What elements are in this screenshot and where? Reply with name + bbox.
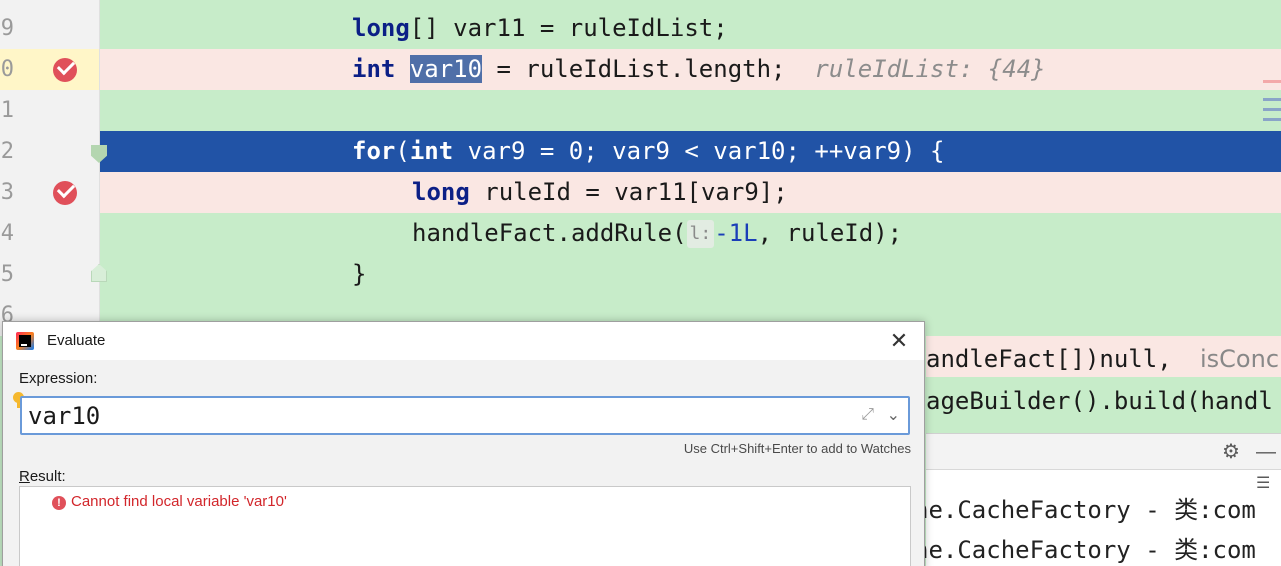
parameter-hint: l: xyxy=(686,220,715,248)
gutter[interactable]: 3 xyxy=(0,172,100,213)
expand-icon[interactable]: ⤢ xyxy=(861,406,874,424)
selected-text: var10 xyxy=(409,55,483,83)
line-number: 1 xyxy=(0,98,14,123)
error-icon: ! xyxy=(52,496,66,510)
gutter-top xyxy=(0,0,100,8)
result-panel[interactable]: ! Cannot find local variable 'var10' xyxy=(19,486,911,566)
inline-value-hint: isConc xyxy=(1200,345,1280,373)
line-number: 3 xyxy=(0,180,14,205)
chevron-down-icon[interactable]: ⌄ xyxy=(887,405,900,425)
console-toolbar: ⚙ — xyxy=(926,434,1281,470)
watch-hint: Use Ctrl+Shift+Enter to add to Watches xyxy=(683,441,911,456)
code-line-breakpoint[interactable]: 3 long ruleId = var11[var9]; xyxy=(0,172,1281,213)
code-text: for(int var9 = 0; var9 < var10; ++var9) … xyxy=(352,137,945,165)
minimize-icon[interactable]: — xyxy=(1256,442,1276,462)
gutter[interactable]: 9 xyxy=(0,8,100,49)
code-line[interactable]: 1 xyxy=(0,90,1281,131)
console-panel[interactable]: ⚙ — ☰ he.CacheFactory - 类:com he.CacheFa… xyxy=(914,433,1281,566)
line-number: 4 xyxy=(0,221,14,246)
fold-close-icon[interactable] xyxy=(91,264,107,282)
breakpoint-icon[interactable] xyxy=(53,56,77,82)
scrollbar-marker[interactable] xyxy=(1263,80,1281,83)
scrollbar-marker[interactable] xyxy=(1263,108,1281,111)
line-number: 9 xyxy=(0,16,14,41)
error-message: Cannot find local variable 'var10' xyxy=(71,493,287,510)
gear-icon[interactable]: ⚙ xyxy=(1222,442,1240,462)
evaluate-dialog[interactable]: Evaluate ✕ Expression: ⤢ ⌄ Use Ctrl+Shif… xyxy=(2,321,925,566)
console-line: he.CacheFactory - 类:com xyxy=(914,536,1256,564)
line-number: 5 xyxy=(0,262,14,287)
code-line[interactable]: 5 } xyxy=(0,254,1281,295)
code-text: } xyxy=(352,260,367,288)
line-number: 2 xyxy=(0,139,14,164)
code-line[interactable]: 4 handleFact.addRule(l: -1L, ruleId); xyxy=(0,213,1281,254)
code-line-current-execution[interactable]: 2 for(int var9 = 0; var9 < var10; ++var9… xyxy=(0,131,1281,172)
dialog-title: Evaluate xyxy=(47,332,106,349)
scrollbar-marker[interactable] xyxy=(1263,118,1281,121)
gutter[interactable]: 5 xyxy=(0,254,107,295)
expression-field[interactable]: ⤢ ⌄ xyxy=(20,396,910,435)
code-text: ageBuilder().build(handl xyxy=(926,387,1273,415)
code-line[interactable]: 9 long[] var11 = ruleIdList; xyxy=(0,8,1281,49)
result-label: Result: xyxy=(19,468,66,485)
code-text: handleFact.addRule(l: -1L, ruleId); xyxy=(412,219,903,248)
breakpoint-icon[interactable] xyxy=(53,179,77,205)
dialog-titlebar[interactable]: Evaluate ✕ xyxy=(3,322,924,360)
soft-wrap-icon[interactable]: ☰ xyxy=(1256,474,1270,494)
expression-input[interactable] xyxy=(28,398,848,433)
gutter[interactable]: 4 xyxy=(0,213,100,254)
gutter[interactable]: 0 xyxy=(0,49,100,90)
code-text: long ruleId = var11[var9]; xyxy=(412,178,788,206)
expression-label: Expression: xyxy=(19,370,98,387)
intellij-icon xyxy=(16,332,34,350)
line-number: 0 xyxy=(0,57,14,82)
console-line: he.CacheFactory - 类:com xyxy=(914,496,1256,524)
code-text: andleFact[])null, xyxy=(926,345,1172,373)
code-text: long[] var11 = ruleIdList; xyxy=(352,14,728,42)
inline-value-hint: ruleIdList: {44} xyxy=(814,55,1046,83)
code-line-breakpoint[interactable]: 0 int var10 = ruleIdList.length; ruleIdL… xyxy=(0,49,1281,90)
code-text: int var10 = ruleIdList.length; ruleIdLis… xyxy=(352,55,1046,83)
gutter[interactable]: 1 xyxy=(0,90,100,131)
fold-open-icon[interactable] xyxy=(91,145,107,163)
scrollbar-marker[interactable] xyxy=(1263,98,1281,101)
gutter[interactable]: 2 xyxy=(0,131,107,172)
close-icon[interactable]: ✕ xyxy=(886,328,912,354)
